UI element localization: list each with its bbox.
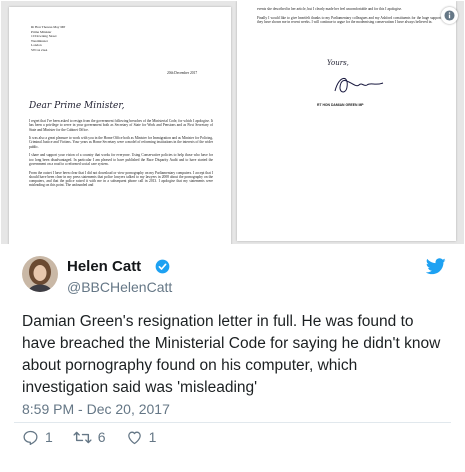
- tweet-text: Damian Green's resignation letter in ful…: [22, 313, 441, 396]
- retweet-button[interactable]: 6: [73, 429, 106, 446]
- like-icon: [127, 431, 141, 444]
- reply-icon: [23, 430, 38, 445]
- tweet-media-image[interactable]: Rt Hon Theresa May MP Prime Minister 10 …: [1, 1, 464, 244]
- retweet-icon: [73, 431, 92, 443]
- letter-signoff: Yours,: [327, 59, 349, 67]
- author-handle[interactable]: @BBCHelenCatt: [67, 279, 172, 295]
- letter-body-right: events she described in her article, but…: [257, 7, 441, 24]
- letter-page-right: events she described in her article, but…: [237, 1, 456, 241]
- signature-image: [334, 78, 384, 93]
- divider: [14, 422, 451, 423]
- letter-recipient: Rt Hon Theresa May MP Prime Minister 10 …: [31, 25, 66, 52]
- tweet-actions: 1 6 1: [22, 427, 176, 447]
- letter-body-left: I regret that I've been asked to resign …: [29, 119, 213, 188]
- like-button[interactable]: 1: [126, 429, 157, 446]
- letter-salutation: Dear Prime Minister,: [29, 101, 125, 111]
- retweet-count: 6: [97, 429, 106, 445]
- reply-count: 1: [45, 429, 53, 445]
- author-name[interactable]: Helen Catt: [67, 258, 141, 275]
- tweet-timestamp[interactable]: 8:59 PM - Dec 20, 2017: [22, 401, 170, 417]
- letter-signatory: RT HON DAMIAN GREEN MP: [317, 103, 364, 107]
- like-count: 1: [148, 429, 157, 445]
- twitter-bird-icon[interactable]: [425, 258, 446, 280]
- letter-date: 20th December 2017: [167, 71, 198, 75]
- info-icon[interactable]: [441, 7, 458, 24]
- avatar[interactable]: [22, 256, 58, 292]
- reply-button[interactable]: 1: [22, 429, 53, 446]
- verified-badge-icon: [155, 259, 170, 279]
- tweet-header: Helen Catt @BBCHelenCatt: [22, 254, 452, 302]
- letter-page-left: Rt Hon Theresa May MP Prime Minister 10 …: [9, 7, 231, 244]
